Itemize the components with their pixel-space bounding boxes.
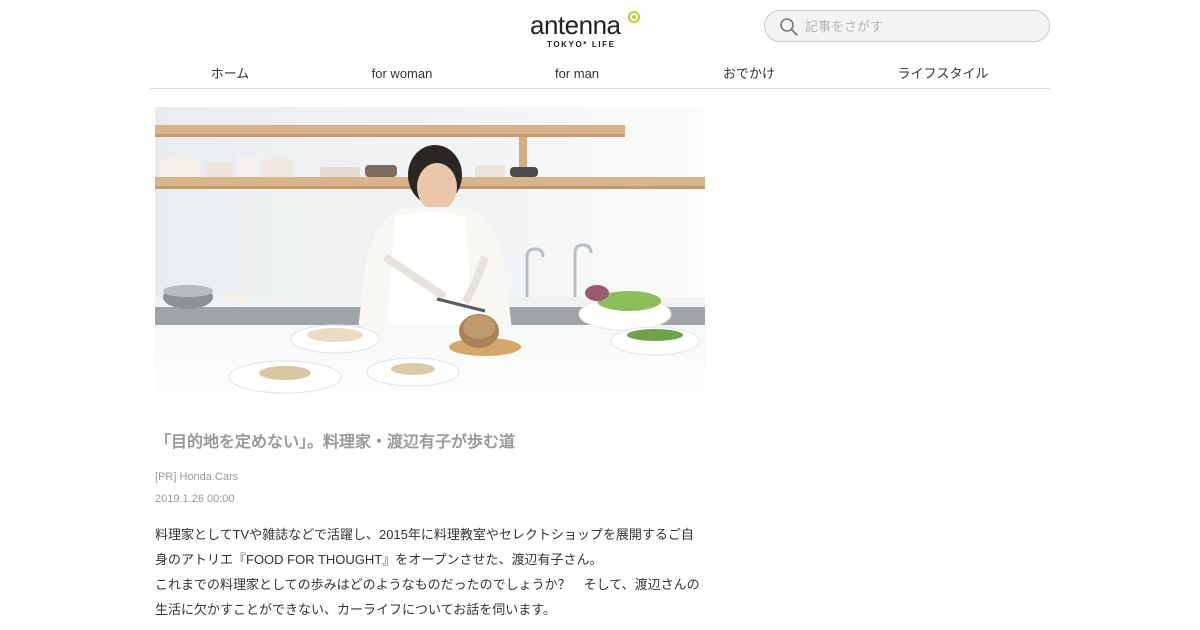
lead-line: 料理家としてTVや雑誌などで活躍し、2015年に料理教室やセレクトショップを展開… (155, 527, 694, 542)
hero-image[interactable] (155, 107, 705, 416)
search-icon[interactable] (779, 17, 799, 37)
nav-item-for-woman[interactable]: for woman (372, 66, 433, 82)
article-date: 2019.1.26 00:00 (155, 493, 235, 505)
logo-text: antenna (530, 10, 621, 40)
site-header: antenna TOKYO* LIFE (0, 0, 1200, 60)
lead-line: これまでの料理家としての歩みはどのようなものだったのでしょうか？ そして、渡辺さ… (155, 577, 700, 592)
lead-line: 生活に欠かすことができない、カーライフについてお話を伺います。 (155, 602, 556, 617)
main-nav: ホーム for woman for man おでかけ ライフスタイル (150, 60, 1050, 89)
search-input[interactable] (805, 15, 1035, 37)
search-box[interactable] (764, 10, 1050, 42)
site-logo[interactable]: antenna TOKYO* LIFE (528, 10, 644, 52)
nav-item-home[interactable]: ホーム (211, 66, 250, 82)
article-lead: 料理家としてTVや雑誌などで活躍し、2015年に料理教室やセレクトショップを展開… (155, 522, 711, 622)
article-title[interactable]: 「目的地を定めない」。料理家・渡辺有子が歩む道 (155, 432, 715, 454)
logo-dot-icon (628, 11, 640, 23)
hero-illustration (155, 107, 705, 416)
nav-item-lifestyle[interactable]: ライフスタイル (897, 66, 988, 82)
logo-subtext: TOKYO* LIFE (547, 40, 616, 49)
nav-item-odekake[interactable]: おでかけ (723, 66, 775, 82)
nav-item-for-man[interactable]: for man (555, 66, 599, 82)
article-sponsor: [PR] Honda Cars (155, 471, 239, 483)
lead-line: 身のアトリエ『FOOD FOR THOUGHT』をオープンさせた、渡辺有子さん。 (155, 552, 603, 567)
